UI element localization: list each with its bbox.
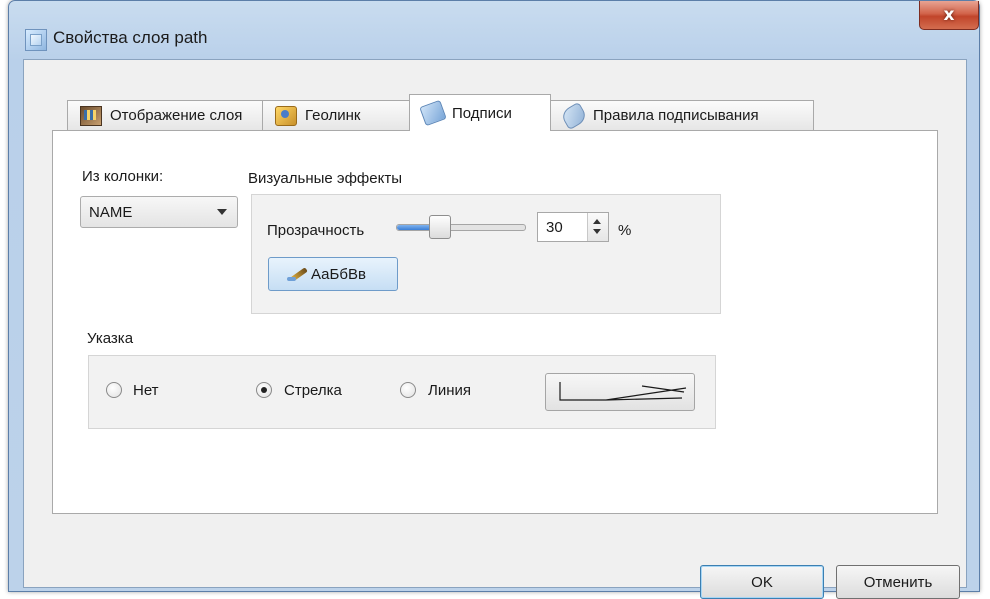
pointer-line-radio[interactable] bbox=[400, 382, 416, 398]
visual-effects-label: Визуальные эффекты bbox=[248, 170, 402, 187]
font-sample-label: АаБбВв bbox=[311, 265, 366, 283]
leader-style-button[interactable] bbox=[545, 373, 695, 411]
pointer-none-label[interactable]: Нет bbox=[133, 382, 159, 399]
pointer-label: Указка bbox=[87, 330, 134, 347]
pointer-line-label[interactable]: Линия bbox=[428, 382, 471, 399]
font-settings-button[interactable]: АаБбВв bbox=[268, 257, 398, 291]
column-label: Из колонки: bbox=[82, 168, 164, 185]
close-button[interactable]: x bbox=[919, 1, 979, 30]
labeling-rules-icon bbox=[559, 101, 589, 130]
pointer-arrow-radio[interactable] bbox=[256, 382, 272, 398]
tab-label: Отображение слоя bbox=[110, 107, 243, 124]
spin-up-icon[interactable] bbox=[593, 219, 601, 224]
transparency-slider-track[interactable] bbox=[396, 224, 526, 231]
tab-labels[interactable]: Подписи bbox=[409, 94, 551, 131]
transparency-spinbox[interactable]: 30 bbox=[537, 212, 609, 242]
ok-button[interactable]: OK bbox=[700, 565, 824, 599]
spin-down-icon[interactable] bbox=[593, 229, 601, 234]
cancel-button[interactable]: Отменить bbox=[836, 565, 960, 599]
spin-buttons[interactable] bbox=[587, 213, 608, 241]
window-title: Свойства слоя path bbox=[53, 28, 208, 47]
title-bar[interactable]: Свойства слоя path x bbox=[9, 1, 979, 59]
labels-tab-panel bbox=[52, 130, 938, 514]
tab-layer-display[interactable]: Отображение слоя bbox=[67, 100, 263, 130]
labels-icon bbox=[419, 99, 447, 127]
tab-label: Геолинк bbox=[305, 107, 361, 124]
pointer-arrow-label[interactable]: Стрелка bbox=[284, 382, 342, 399]
tab-label: Подписи bbox=[452, 104, 512, 122]
tab-geolink[interactable]: Геолинк bbox=[262, 100, 410, 130]
transparency-value: 30 bbox=[546, 219, 563, 236]
tab-label: Правила подписывания bbox=[593, 107, 759, 124]
layer-display-icon bbox=[80, 105, 102, 126]
transparency-label: Прозрачность bbox=[267, 222, 365, 239]
percent-unit-label: % bbox=[618, 222, 632, 239]
font-pen-icon bbox=[287, 265, 309, 283]
pointer-none-radio[interactable] bbox=[106, 382, 122, 398]
column-select[interactable]: NAME bbox=[80, 196, 238, 228]
tab-labeling-rules[interactable]: Правила подписывания bbox=[550, 100, 814, 130]
geolink-icon bbox=[275, 105, 297, 126]
layer-properties-icon bbox=[25, 29, 47, 51]
chevron-down-icon bbox=[217, 209, 227, 215]
transparency-slider-thumb[interactable] bbox=[429, 215, 452, 239]
column-select-value: NAME bbox=[89, 203, 133, 221]
leader-style-preview-icon bbox=[559, 382, 687, 401]
visual-effects-group bbox=[251, 194, 721, 314]
